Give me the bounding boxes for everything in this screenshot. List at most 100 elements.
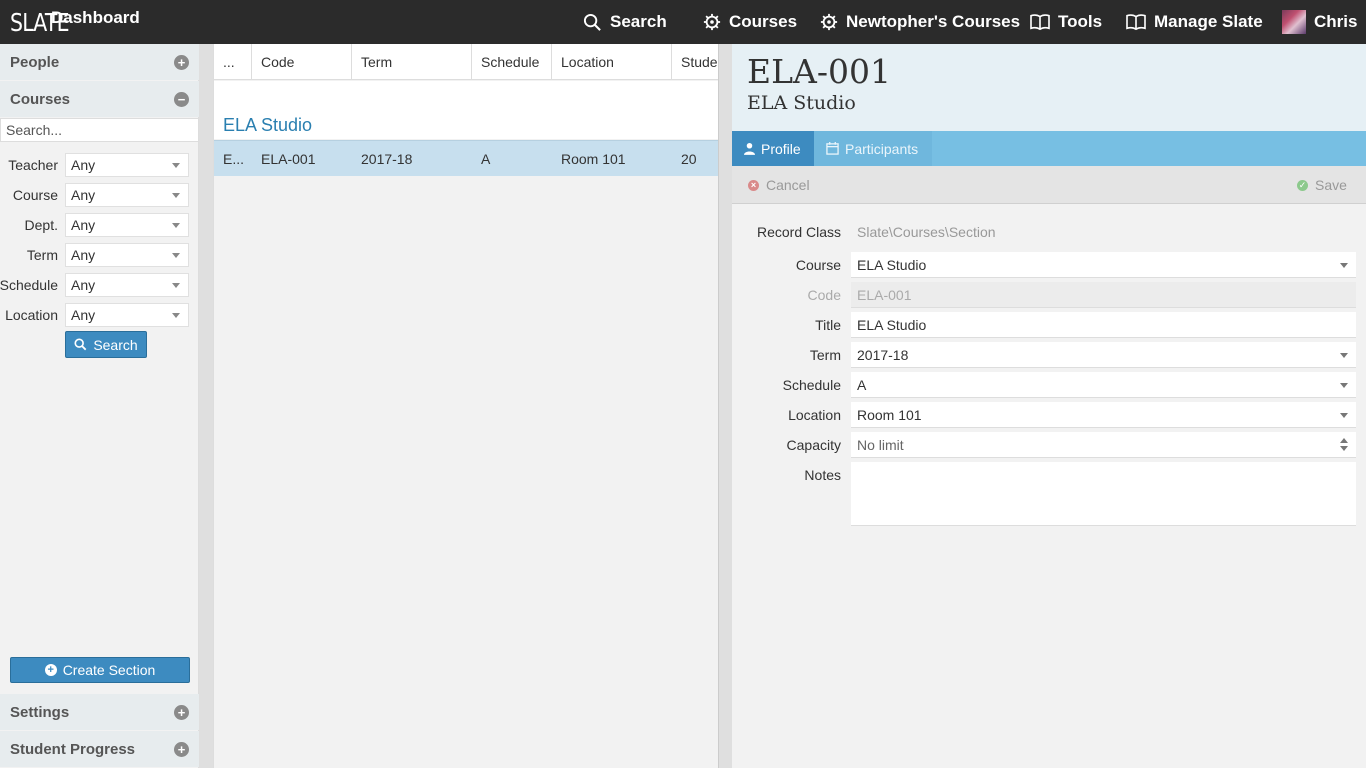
capacity-label: Capacity — [786, 437, 841, 453]
page-title: ELA-001 — [747, 52, 891, 91]
courses-search-input[interactable]: Search... — [0, 118, 199, 142]
field-record-class: Record Class Slate\Courses\Section — [732, 219, 1366, 245]
term-select[interactable]: 2017-18 — [851, 342, 1356, 368]
filter-teacher-select[interactable]: Any — [65, 153, 189, 177]
nav-tools[interactable]: Tools — [1030, 0, 1102, 44]
filter-schedule-select[interactable]: Any — [65, 273, 189, 297]
column-header-location[interactable]: Location — [552, 44, 672, 80]
filter-teacher: Teacher Any — [0, 153, 199, 177]
nav-manage-slate-label: Manage Slate — [1154, 12, 1263, 31]
cell-schedule: A — [481, 151, 491, 167]
expand-icon[interactable]: + — [174, 55, 189, 70]
filter-location-select[interactable]: Any — [65, 303, 189, 327]
filter-teacher-label: Teacher — [8, 157, 58, 173]
detail-header: ELA-001 ELA Studio — [732, 44, 1366, 131]
dashboard-link[interactable]: Dashboard — [51, 8, 140, 28]
term-label: Term — [809, 347, 841, 363]
filter-schedule: Schedule Any — [0, 273, 199, 297]
user-name: Chris — [1314, 12, 1358, 31]
panel-people-label: People — [10, 53, 60, 71]
schedule-label: Schedule — [782, 377, 841, 393]
detail-splitter[interactable] — [718, 44, 732, 768]
panel-student-progress-header[interactable]: Student Progress + — [0, 731, 199, 767]
panel-courses-header[interactable]: Courses − — [0, 81, 199, 117]
avatar — [1282, 10, 1306, 34]
stepper-up-icon[interactable] — [1340, 438, 1348, 443]
expand-icon[interactable]: + — [174, 742, 189, 757]
nav-my-courses[interactable]: Newtopher's Courses — [820, 0, 1020, 44]
filter-term: Term Any — [0, 243, 199, 267]
field-location: Location Room 101 — [732, 402, 1366, 428]
field-term: Term 2017-18 — [732, 342, 1366, 368]
capacity-value: No limit — [857, 437, 904, 453]
save-label: Save — [1315, 177, 1347, 193]
tab-profile-label: Profile — [761, 140, 801, 157]
panel-people-header[interactable]: People + — [0, 44, 199, 80]
group-title[interactable]: ELA Studio — [223, 115, 312, 136]
create-section-button[interactable]: + Create Section — [10, 657, 190, 683]
field-title: Title ELA Studio — [732, 312, 1366, 338]
title-label: Title — [815, 317, 841, 333]
sidebar: People + Courses − Search... Teacher Any… — [0, 44, 199, 768]
field-capacity: Capacity No limit — [732, 432, 1366, 458]
code-label: Code — [807, 287, 841, 303]
nav-courses[interactable]: Courses — [703, 0, 797, 44]
collapse-icon[interactable]: − — [174, 92, 189, 107]
nav-manage-slate[interactable]: Manage Slate — [1126, 0, 1263, 44]
cell-location: Room 101 — [561, 151, 626, 167]
column-header-code[interactable]: Code — [252, 44, 352, 80]
search-icon — [74, 338, 87, 351]
schedule-select[interactable]: A — [851, 372, 1356, 398]
filter-schedule-label: Schedule — [0, 277, 58, 293]
column-header-students[interactable]: Stude — [672, 44, 718, 80]
cancel-button[interactable]: × Cancel — [748, 166, 810, 204]
nav-my-courses-label: Newtopher's Courses — [846, 12, 1021, 31]
group-header: ELA Studio — [214, 81, 718, 139]
column-header-title[interactable]: ... — [214, 44, 252, 80]
cell-code: ELA-001 — [261, 151, 316, 167]
filter-term-select[interactable]: Any — [65, 243, 189, 267]
tab-profile[interactable]: Profile — [732, 131, 814, 166]
tab-participants[interactable]: Participants — [814, 131, 932, 166]
location-label: Location — [788, 407, 841, 423]
cell-term: 2017-18 — [361, 151, 413, 167]
notes-textarea[interactable] — [851, 462, 1356, 526]
gear-icon — [703, 13, 721, 31]
search-button-label: Search — [93, 336, 138, 353]
filter-location-label: Location — [5, 307, 58, 323]
column-header-term[interactable]: Term — [352, 44, 472, 80]
filter-dept-select[interactable]: Any — [65, 213, 189, 237]
title-input[interactable]: ELA Studio — [851, 312, 1356, 338]
create-section-label: Create Section — [62, 662, 156, 678]
panel-settings-header[interactable]: Settings + — [0, 694, 199, 730]
notes-label: Notes — [804, 467, 841, 483]
nav-search[interactable]: Search — [583, 0, 667, 44]
filter-dept-label: Dept. — [24, 217, 58, 233]
stepper-down-icon[interactable] — [1340, 446, 1348, 451]
user-menu[interactable]: Chris — [1282, 0, 1357, 44]
search-icon — [583, 13, 601, 31]
save-button[interactable]: ✓ Save — [1297, 166, 1347, 204]
cell-title: E... — [223, 151, 245, 167]
record-class-label: Record Class — [756, 224, 841, 240]
filter-course-label: Course — [12, 187, 58, 203]
tab-participants-label: Participants — [845, 140, 919, 157]
capacity-stepper[interactable]: No limit — [851, 432, 1356, 458]
panel-settings-label: Settings — [10, 703, 70, 721]
course-select[interactable]: ELA Studio — [851, 252, 1356, 278]
location-select[interactable]: Room 101 — [851, 402, 1356, 428]
check-icon: ✓ — [1297, 179, 1308, 191]
expand-icon[interactable]: + — [174, 705, 189, 720]
nav-courses-label: Courses — [729, 12, 798, 31]
column-header-schedule[interactable]: Schedule — [472, 44, 552, 80]
calendar-icon — [826, 142, 839, 155]
search-button[interactable]: Search — [65, 331, 147, 358]
sidebar-splitter[interactable] — [199, 44, 213, 768]
field-schedule: Schedule A — [732, 372, 1366, 398]
filter-location: Location Any — [0, 303, 199, 327]
section-detail: ELA-001 ELA Studio Profile Participants … — [732, 44, 1366, 768]
nav-tools-label: Tools — [1058, 12, 1103, 31]
filter-course-select[interactable]: Any — [65, 183, 189, 207]
table-row[interactable]: E... ELA-001 2017-18 A Room 101 20 — [214, 140, 718, 176]
action-toolbar: × Cancel ✓ Save — [732, 166, 1366, 204]
